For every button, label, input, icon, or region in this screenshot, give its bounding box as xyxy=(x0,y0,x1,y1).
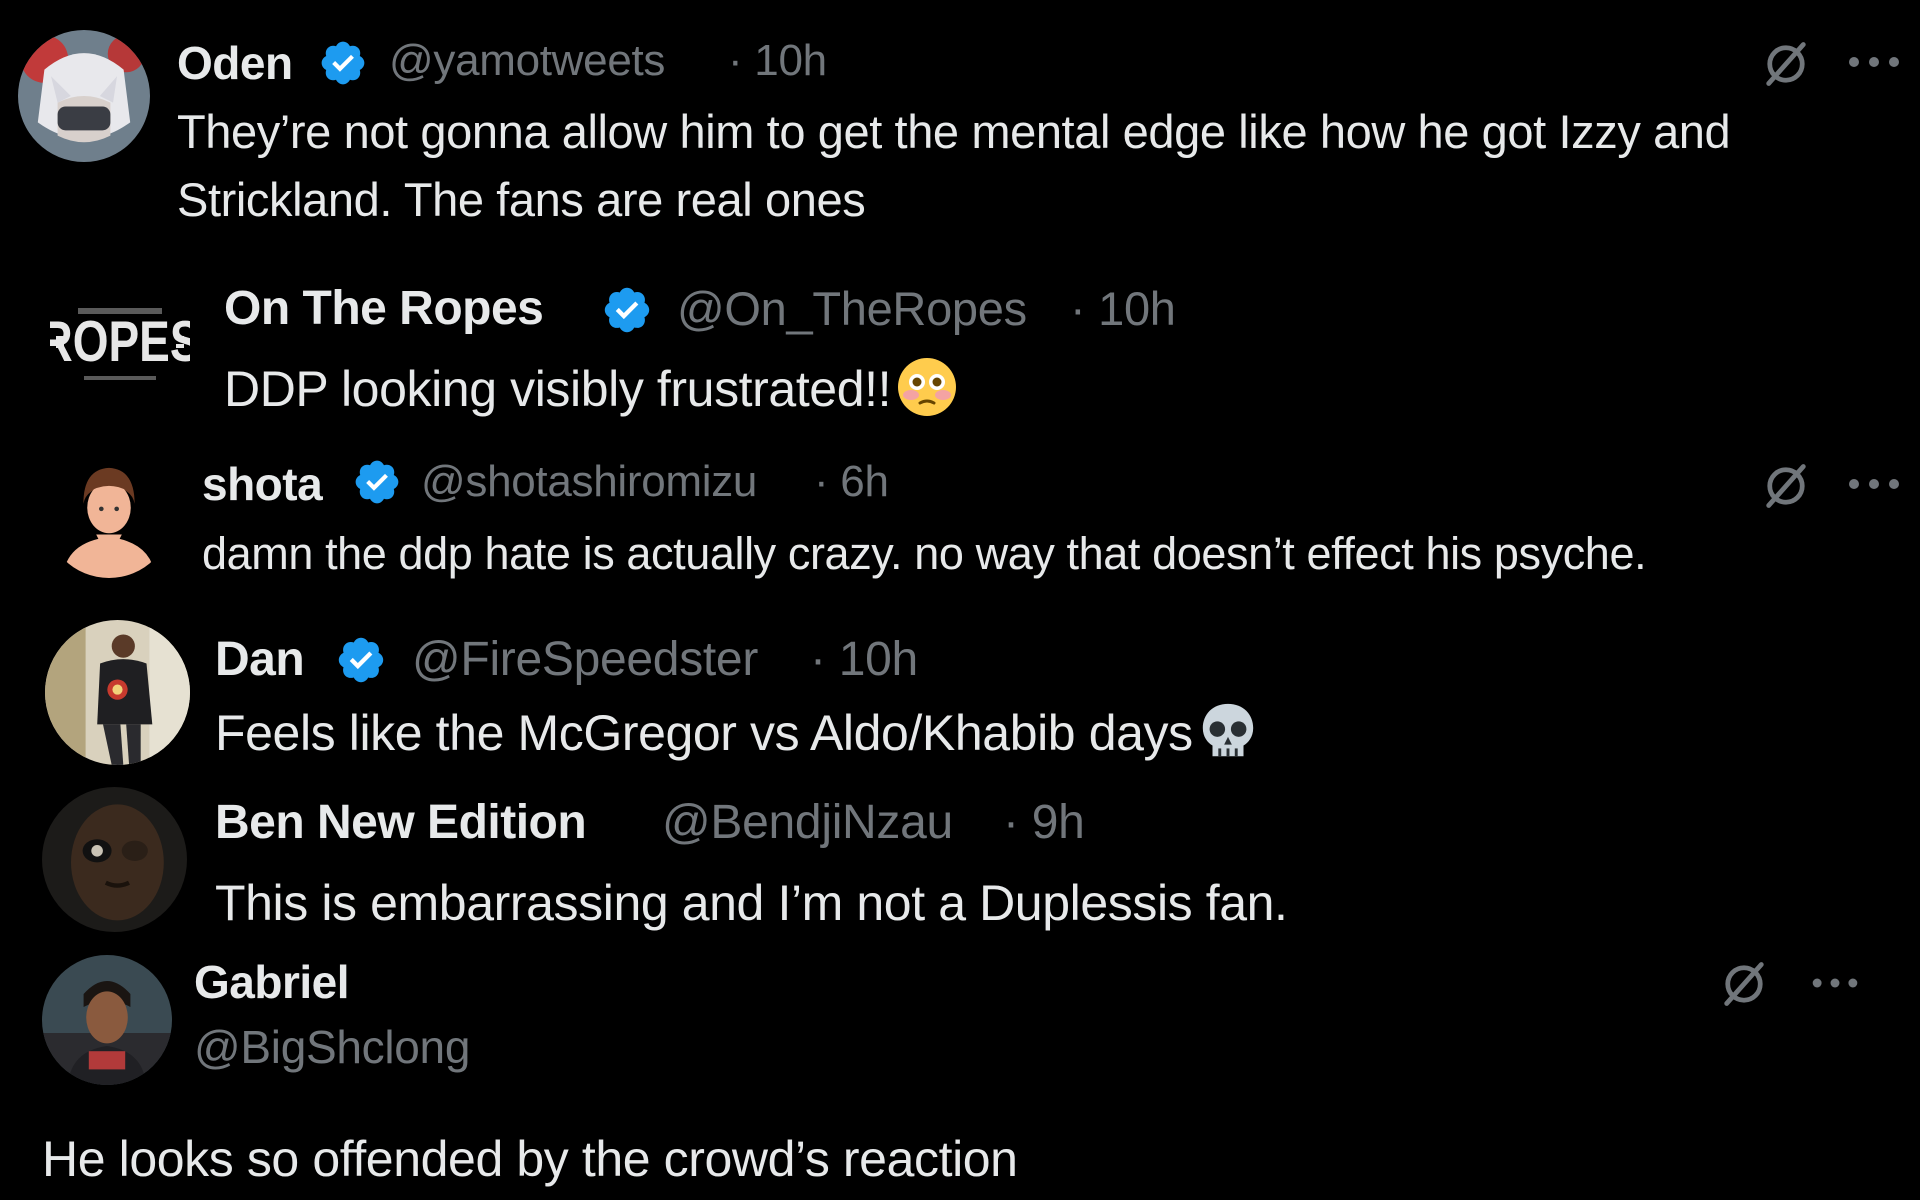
author-name[interactable]: Oden xyxy=(177,36,293,90)
verified-badge-icon xyxy=(601,284,653,336)
skull-emoji-icon xyxy=(1197,700,1259,762)
author-name[interactable]: On The Ropes xyxy=(224,281,544,336)
author-name[interactable]: shota xyxy=(202,457,323,511)
avatar[interactable] xyxy=(45,450,173,578)
tweet-timestamp[interactable]: · 10h xyxy=(728,36,827,86)
tweet-timestamp[interactable]: · 10h xyxy=(810,632,918,687)
verified-badge-icon xyxy=(352,457,402,507)
more-options-icon[interactable] xyxy=(1846,474,1902,494)
tweet-text: This is embarrassing and I’m not a Duple… xyxy=(215,875,1288,931)
avatar[interactable] xyxy=(42,787,187,932)
author-handle[interactable]: @yamotweets xyxy=(389,36,665,86)
author-handle[interactable]: @BendjiNzau xyxy=(662,795,953,850)
logo-text: ROPES xyxy=(50,310,190,374)
avatar[interactable] xyxy=(18,30,150,162)
grok-icon[interactable] xyxy=(1718,958,1770,1010)
more-options-icon[interactable] xyxy=(1810,974,1860,992)
on-the-ropes-logo[interactable]: ROPES xyxy=(50,300,190,390)
author-handle[interactable]: @BigShclong xyxy=(194,1020,470,1074)
author-name[interactable]: Dan xyxy=(215,632,305,687)
author-handle[interactable]: @shotashiromizu xyxy=(421,457,757,507)
tweet-text-line-2: Strickland. The fans are real ones xyxy=(177,173,866,226)
tweet-timestamp[interactable]: · 10h xyxy=(1070,281,1176,336)
author-handle[interactable]: @On_TheRopes xyxy=(677,281,1027,336)
flushed-face-emoji-icon xyxy=(895,355,959,419)
tweet-text: DDP looking visibly frustrated!! xyxy=(224,357,959,425)
tweet-text-content: DDP looking visibly frustrated!! xyxy=(224,361,892,417)
grok-icon[interactable] xyxy=(1760,460,1812,512)
tweet-text: Feels like the McGregor vs Aldo/Khabib d… xyxy=(215,703,1259,768)
tweet-timestamp[interactable]: · 9h xyxy=(1003,795,1085,850)
avatar[interactable] xyxy=(45,620,190,765)
tweet-text-content: Feels like the McGregor vs Aldo/Khabib d… xyxy=(215,705,1193,761)
tweet-text: damn the ddp hate is actually crazy. no … xyxy=(202,528,1647,579)
verified-badge-icon xyxy=(318,38,368,88)
tweet-text: He looks so offended by the crowd’s reac… xyxy=(42,1131,1018,1187)
tweet-timestamp[interactable]: · 6h xyxy=(814,457,889,507)
author-name[interactable]: Ben New Edition xyxy=(215,795,587,850)
verified-badge-icon xyxy=(335,634,387,686)
avatar[interactable] xyxy=(42,955,172,1085)
tweet-text-line-1: They’re not gonna allow him to get the m… xyxy=(177,105,1731,158)
grok-icon[interactable] xyxy=(1760,38,1812,90)
author-handle[interactable]: @FireSpeedster xyxy=(412,632,758,687)
more-options-icon[interactable] xyxy=(1846,52,1902,72)
author-name[interactable]: Gabriel xyxy=(194,955,350,1009)
